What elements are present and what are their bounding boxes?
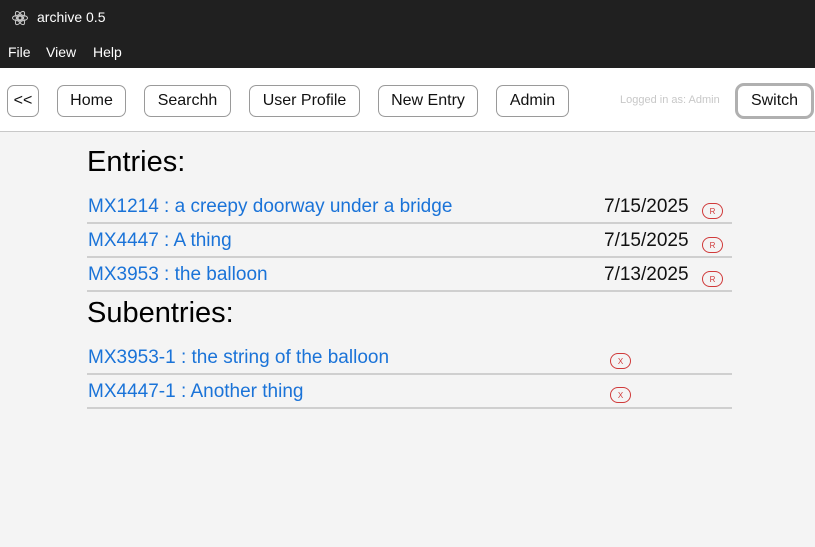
search-button[interactable]: Searchh — [144, 85, 231, 117]
remove-entry-button[interactable]: R — [702, 237, 723, 253]
home-button[interactable]: Home — [57, 85, 126, 117]
subentry-row: MX4447-1 : Another thing X — [87, 375, 732, 409]
entry-link[interactable]: MX4447 : A thing — [88, 230, 232, 252]
entry-date: 7/15/2025 — [604, 230, 689, 251]
admin-button[interactable]: Admin — [496, 85, 569, 117]
entry-link[interactable]: MX3953 : the balloon — [88, 264, 268, 286]
entry-date: 7/15/2025 — [604, 196, 689, 217]
remove-entry-button[interactable]: R — [702, 271, 723, 287]
subentry-link[interactable]: MX3953-1 : the string of the balloon — [88, 347, 389, 369]
subentries-list: MX3953-1 : the string of the balloon X M… — [87, 341, 732, 409]
delete-subentry-button[interactable]: X — [610, 387, 631, 403]
nav-bar: << Home Searchh User Profile New Entry A… — [0, 68, 815, 132]
delete-subentry-button[interactable]: X — [610, 353, 631, 369]
new-entry-button[interactable]: New Entry — [378, 85, 478, 117]
title-bar: archive 0.5 — [0, 0, 815, 36]
menu-help[interactable]: Help — [93, 44, 122, 60]
entry-link[interactable]: MX1214 : a creepy doorway under a bridge — [88, 196, 452, 218]
entries-list: MX1214 : a creepy doorway under a bridge… — [87, 190, 732, 292]
menu-file[interactable]: File — [8, 44, 31, 60]
entry-row: MX1214 : a creepy doorway under a bridge… — [87, 190, 732, 224]
menu-view[interactable]: View — [46, 44, 76, 60]
back-button[interactable]: << — [7, 85, 39, 117]
user-profile-button[interactable]: User Profile — [249, 85, 360, 117]
window-title: archive 0.5 — [37, 9, 106, 25]
subentry-row: MX3953-1 : the string of the balloon X — [87, 341, 732, 375]
main-content: Entries: MX1214 : a creepy doorway under… — [87, 144, 732, 409]
menu-bar: File View Help — [0, 36, 815, 68]
entries-heading: Entries: — [87, 146, 186, 178]
entry-row: MX4447 : A thing 7/15/2025 R — [87, 224, 732, 258]
entry-date: 7/13/2025 — [604, 264, 689, 285]
remove-entry-button[interactable]: R — [702, 203, 723, 219]
subentry-link[interactable]: MX4447-1 : Another thing — [88, 381, 303, 403]
switch-user-button[interactable]: Switch — [735, 83, 814, 119]
subentries-heading: Subentries: — [87, 297, 234, 329]
app-icon — [12, 10, 28, 26]
entry-row: MX3953 : the balloon 7/13/2025 R — [87, 258, 732, 292]
logged-in-status: Logged in as: Admin — [620, 94, 720, 106]
